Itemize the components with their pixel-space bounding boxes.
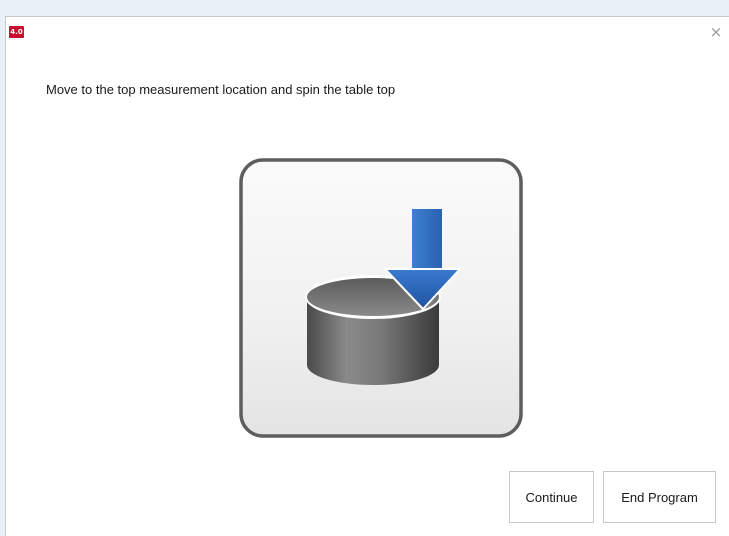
dialog-window: 4.0 × Move to the top measurement locati…	[5, 16, 729, 536]
close-button[interactable]: ×	[705, 21, 727, 43]
end-program-button[interactable]: End Program	[603, 471, 716, 523]
arrow-shaft	[412, 209, 442, 273]
measurement-illustration	[238, 157, 524, 439]
title-bar: 4.0 ×	[6, 17, 729, 47]
instruction-text: Move to the top measurement location and…	[46, 82, 396, 97]
cylinder-with-down-arrow-icon	[239, 158, 523, 438]
continue-button[interactable]: Continue	[509, 471, 594, 523]
app-logo-icon: 4.0	[9, 26, 24, 38]
